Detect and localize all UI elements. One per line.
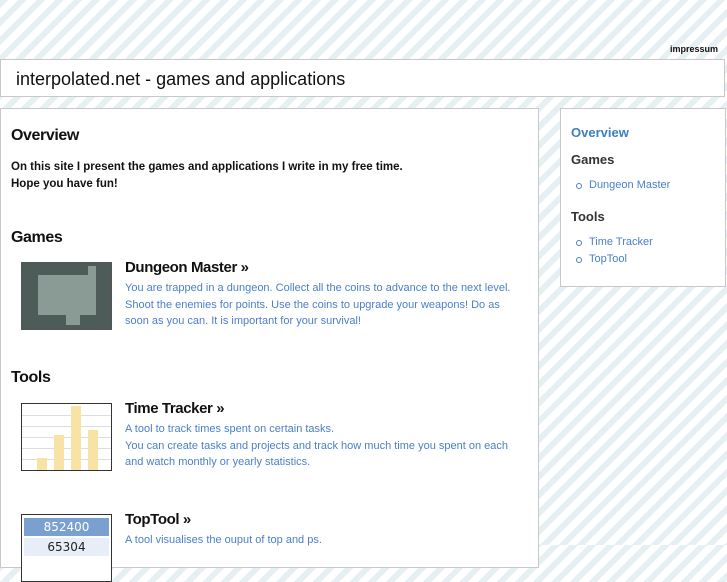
sidebar-tools-heading: Tools <box>571 209 605 224</box>
sidebar-games-heading: Games <box>571 152 615 167</box>
desc-line: soon as you can. It is important for you… <box>125 315 361 327</box>
maze-shape <box>66 313 80 325</box>
desc-line: You are trapped in a dungeon. Collect al… <box>125 282 511 294</box>
tools-heading: Tools <box>11 369 51 386</box>
overview-heading: Overview <box>11 127 79 144</box>
toptool-description: A tool visualises the ouput of top and p… <box>125 532 519 549</box>
chart-gridline <box>22 426 111 427</box>
time-tracker-link[interactable]: Time Tracker » <box>125 400 225 417</box>
main-content: Overview On this site I present the game… <box>0 108 539 582</box>
chart-bar <box>37 458 47 470</box>
desc-line: A tool visualises the ouput of top and p… <box>125 534 322 546</box>
site-title: interpolated.net - games and application… <box>16 69 346 89</box>
time-tracker-thumbnail[interactable] <box>21 403 112 471</box>
sidebar-item-time-tracker[interactable]: Time Tracker <box>575 234 653 251</box>
chart-bar <box>71 406 81 470</box>
sidebar-nav: Overview Games Dungeon Master Tools Time… <box>560 108 726 287</box>
impressum-link[interactable]: impressum <box>670 44 718 54</box>
intro-line: On this site I present the games and app… <box>11 161 403 173</box>
intro-text: On this site I present the games and app… <box>11 159 511 193</box>
dungeon-master-description: You are trapped in a dungeon. Collect al… <box>125 280 519 330</box>
maze-shape <box>38 275 96 315</box>
sidebar-item-toptool[interactable]: TopTool <box>575 251 653 268</box>
maze-shape <box>88 266 96 276</box>
chart-gridline <box>22 415 111 416</box>
toptool-value-box: 65304 <box>24 538 109 556</box>
dungeon-master-thumbnail[interactable] <box>21 262 112 330</box>
desc-line: You can create tasks and projects and tr… <box>125 439 508 452</box>
desc-line: and watch monthly or yearly statistics. <box>125 456 311 468</box>
time-tracker-description: A tool to track times spent on certain t… <box>125 421 519 471</box>
sidebar-overview-link[interactable]: Overview <box>571 125 629 140</box>
sidebar-tools-list: Time Tracker TopTool <box>575 234 653 267</box>
intro-line: Hope you have fun! <box>11 178 118 190</box>
sidebar-games-list: Dungeon Master <box>575 177 670 194</box>
toptool-value-box: 852400 <box>24 518 109 536</box>
desc-line: A tool to track times spent on certain t… <box>125 423 335 435</box>
chart-bar <box>88 430 98 470</box>
games-heading: Games <box>11 229 63 246</box>
chart-bar <box>54 435 64 470</box>
toptool-link[interactable]: TopTool » <box>125 511 191 528</box>
dungeon-master-link[interactable]: Dungeon Master » <box>125 259 249 276</box>
sidebar-item-dungeon-master[interactable]: Dungeon Master <box>575 177 670 194</box>
site-header: interpolated.net - games and application… <box>0 59 725 97</box>
toptool-thumbnail[interactable]: 852400 65304 <box>21 514 112 582</box>
desc-line: Shoot the enemies for points. Use the co… <box>125 298 500 311</box>
